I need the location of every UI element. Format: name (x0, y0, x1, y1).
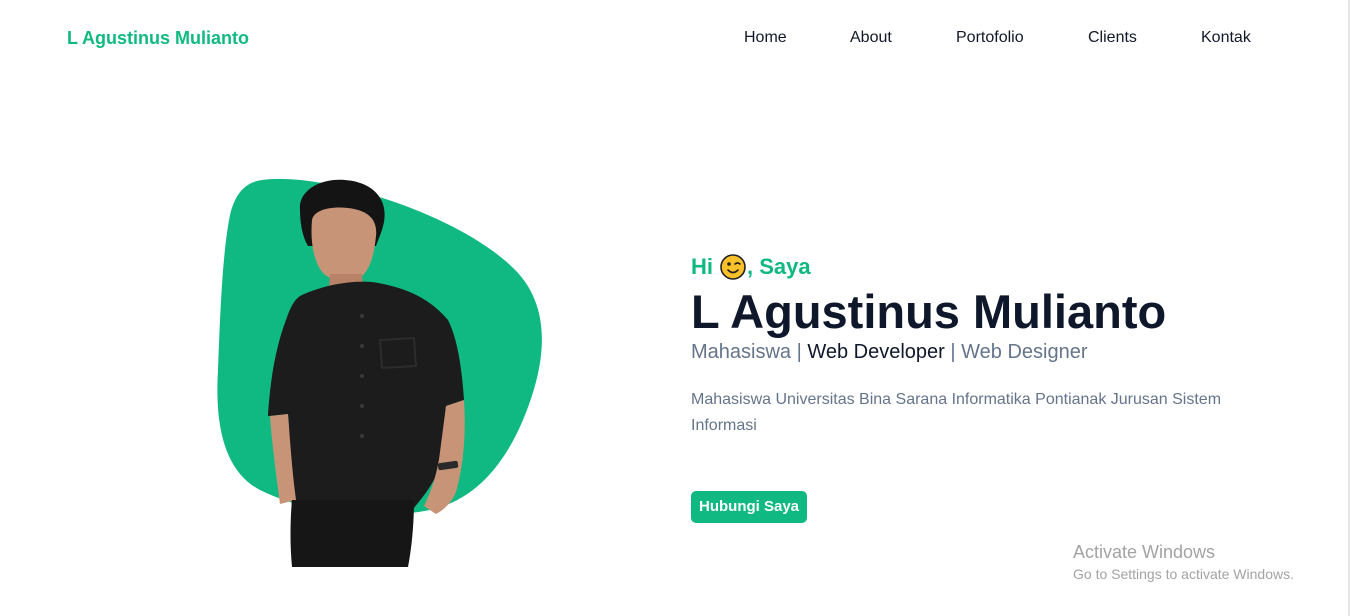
nav-link-about[interactable]: About (850, 29, 892, 47)
page: L Agustinus Mulianto Home About Portofol… (0, 0, 1350, 616)
brand-logo[interactable]: L Agustinus Mulianto (67, 28, 249, 49)
winking-face-icon (720, 254, 746, 280)
roles-line: Mahasiswa | Web Developer | Web Designer (691, 339, 1251, 365)
hero-text: Hi , Saya L Agustinus Mulianto Mahasiswa… (691, 252, 1251, 523)
hero-description: Mahasiswa Universitas Bina Sarana Inform… (691, 391, 1222, 434)
nav-link-home[interactable]: Home (744, 29, 787, 47)
hero-name: L Agustinus Mulianto (691, 285, 1167, 338)
nav-link-clients[interactable]: Clients (1088, 29, 1137, 47)
nav-link-kontak[interactable]: Kontak (1201, 29, 1251, 47)
role-mahasiswa: Mahasiswa (691, 341, 792, 363)
watermark-title: Activate Windows (1073, 542, 1216, 562)
role-web-designer: Web Designer (961, 341, 1088, 363)
role-separator: | (944, 341, 962, 363)
hero-illustration (200, 170, 560, 570)
contact-me-button[interactable]: Hubungi Saya (691, 491, 808, 523)
hero-photo-svg (217, 178, 542, 567)
activate-windows-watermark: Activate Windows Go to Settings to activ… (1073, 541, 1294, 584)
role-web-developer: Web Developer (807, 341, 945, 363)
nav-link-portofolio[interactable]: Portofolio (956, 29, 1024, 47)
watermark-subtitle: Go to Settings to activate Windows. (1073, 566, 1294, 582)
greeting-suffix: , Saya (747, 254, 811, 279)
role-separator: | (791, 341, 808, 363)
greeting-prefix: Hi (691, 254, 713, 279)
navbar: L Agustinus Mulianto Home About Portofol… (0, 0, 1348, 78)
greeting: Hi , Saya (691, 252, 1251, 282)
